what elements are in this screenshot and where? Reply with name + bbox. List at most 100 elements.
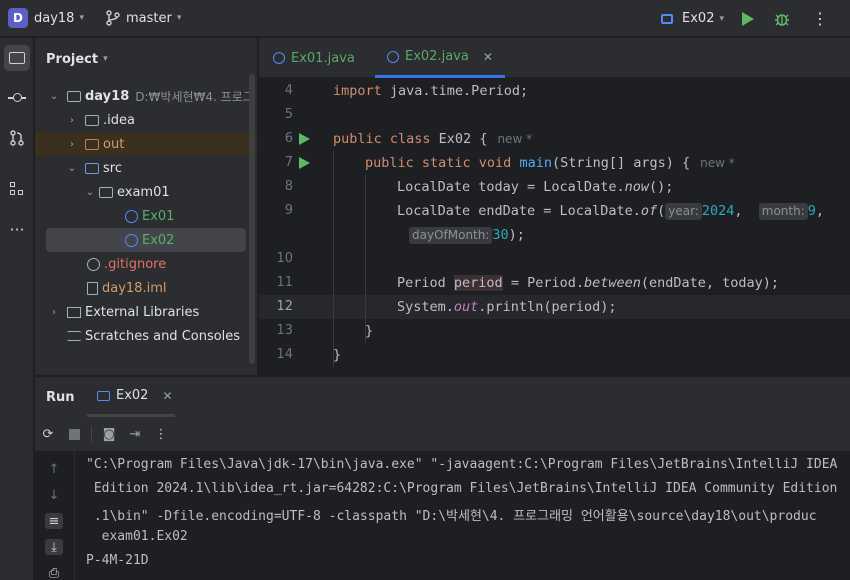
line-number: 9: [284, 203, 293, 218]
chevron-down-icon[interactable]: ⌄: [65, 163, 79, 174]
java-class-icon: [273, 52, 285, 64]
run-gutter-icon[interactable]: [299, 133, 310, 145]
structure-icon: [10, 182, 24, 196]
code-line-9-cont: dayOfMonth: 30);: [409, 223, 525, 247]
title-bar: D day18 ▾ master ▾ Ex02 ▾ ⋮: [0, 0, 850, 37]
line-number: 5: [284, 107, 293, 122]
tree-item-gitignore[interactable]: .gitignore: [35, 252, 257, 276]
panel-title: Project: [46, 51, 99, 67]
chevron-down-icon: ▾: [103, 54, 108, 64]
stop-button[interactable]: [67, 427, 81, 441]
chevron-right-icon[interactable]: ›: [65, 115, 79, 126]
tree-item-src[interactable]: ⌄ src: [35, 156, 257, 180]
line-number: 10: [276, 251, 293, 266]
tree-item-label: .gitignore: [104, 256, 167, 272]
run-config-selector[interactable]: Ex02 ▾: [661, 11, 724, 26]
close-icon[interactable]: ✕: [483, 50, 493, 64]
more-icon[interactable]: ⋮: [812, 10, 828, 27]
code-editor[interactable]: 4 5 6 7 8 9 10 11 12 13 14 import java.t…: [259, 79, 850, 375]
tool-window-strip: ···: [0, 38, 34, 580]
up-arrow-icon[interactable]: ↑: [45, 461, 63, 477]
line-number: 4: [284, 83, 293, 98]
chevron-down-icon: ▾: [719, 13, 724, 24]
param-hint: year:: [665, 203, 702, 220]
tree-item-out[interactable]: › out: [35, 132, 257, 156]
module-folder-icon: [67, 90, 81, 102]
tree-item-ex01[interactable]: Ex01: [35, 204, 257, 228]
scrollbar[interactable]: [249, 74, 255, 364]
param-hint: month:: [758, 203, 808, 220]
line-number: 6: [284, 131, 293, 146]
tree-item-exam01[interactable]: ⌄ exam01: [35, 180, 257, 204]
module-file-icon: [87, 281, 98, 295]
pull-requests-tool-button[interactable]: [4, 125, 30, 151]
scroll-to-end-icon[interactable]: ⤓: [45, 539, 63, 555]
code-line-13: }: [365, 323, 374, 339]
project-panel-header[interactable]: Project ▾: [35, 38, 257, 80]
more-tools-button[interactable]: ···: [4, 216, 30, 242]
close-icon[interactable]: ✕: [162, 389, 172, 403]
code-line-8: LocalDate today = LocalDate.now();: [397, 179, 674, 195]
tree-item-label: Scratches and Consoles: [85, 328, 241, 344]
run-button[interactable]: [742, 11, 754, 26]
java-class-icon: [125, 233, 138, 247]
line-number: 7: [284, 155, 293, 170]
debug-icon[interactable]: [774, 11, 790, 27]
more-icon[interactable]: ⋮: [154, 427, 168, 442]
toolbar-divider: [91, 426, 92, 442]
tree-item-scratches[interactable]: Scratches and Consoles: [35, 324, 257, 348]
chevron-down-icon[interactable]: ⌄: [83, 187, 97, 198]
editor-tabs: Ex01.java Ex02.java ✕: [259, 38, 850, 78]
structure-tool-button[interactable]: [4, 176, 30, 202]
ignore-file-icon: [87, 257, 100, 271]
rerun-icon[interactable]: ⟳: [41, 427, 55, 442]
run-panel-title: Run: [46, 389, 75, 405]
code-line-4: import java.time.Period;: [333, 83, 529, 99]
run-panel: Run Ex02 ✕ ⟳ ◙ ⇥ ⋮ ↑ ↓ ≡ ⤓ ⎙ "C:\Program…: [35, 376, 850, 580]
chevron-down-icon: ▾: [176, 13, 182, 23]
code-line-11: Period period = Period.between(endDate, …: [397, 275, 780, 291]
line-number: 8: [284, 179, 293, 194]
tree-item-label: .idea: [103, 112, 135, 128]
project-name[interactable]: day18: [34, 11, 74, 26]
console-output[interactable]: "C:\Program Files\Java\jdk-17\bin\java.e…: [75, 451, 850, 580]
chevron-right-icon[interactable]: ›: [47, 307, 61, 318]
camera-icon[interactable]: ◙: [102, 427, 116, 442]
indent-guide: [333, 151, 334, 367]
chevron-right-icon[interactable]: ›: [65, 139, 79, 150]
console-side-toolbar: ↑ ↓ ≡ ⤓ ⎙: [35, 451, 75, 580]
run-tab-ex02[interactable]: Ex02 ✕: [87, 377, 175, 417]
code-line-6: public class Ex02 {new *: [333, 131, 533, 147]
package-icon: [99, 186, 113, 198]
tree-item-day18-iml[interactable]: day18.iml: [35, 276, 257, 300]
indent-guide: [365, 175, 366, 343]
tree-item-ex02[interactable]: Ex02: [46, 228, 246, 252]
branch-widget[interactable]: master ▾: [106, 10, 181, 26]
project-tool-button[interactable]: [4, 45, 30, 71]
branch-name: master: [126, 10, 172, 26]
tree-item-day18[interactable]: ⌄ day18 D:₩박세현₩4. 프로그: [35, 84, 257, 108]
scratches-icon: [67, 331, 81, 341]
folder-icon: [85, 114, 99, 126]
console-line: "C:\Program Files\Java\jdk-17\bin\java.e…: [86, 457, 838, 472]
java-class-icon: [387, 50, 399, 63]
print-icon[interactable]: ⎙: [45, 565, 63, 580]
console-line: exam01.Ex02: [86, 529, 188, 544]
chevron-down-icon[interactable]: ▾: [79, 13, 84, 23]
tree-item-label: day18: [85, 88, 130, 104]
soft-wrap-icon[interactable]: ≡: [45, 513, 63, 529]
restore-layout-icon[interactable]: ⇥: [128, 427, 142, 442]
project-badge[interactable]: D: [8, 8, 28, 28]
run-gutter-icon[interactable]: [299, 157, 310, 169]
console-line: Edition 2024.1\lib\idea_rt.jar=64282:C:\…: [86, 481, 838, 496]
run-tab-label: Ex02: [116, 388, 149, 403]
tree-item-idea[interactable]: › .idea: [35, 108, 257, 132]
tree-item-label: Ex01: [142, 208, 175, 224]
chevron-down-icon[interactable]: ⌄: [47, 91, 61, 102]
down-arrow-icon[interactable]: ↓: [45, 487, 63, 503]
tab-ex02[interactable]: Ex02.java ✕: [375, 38, 505, 78]
commit-tool-button[interactable]: [4, 85, 30, 111]
tab-ex01[interactable]: Ex01.java: [273, 38, 355, 78]
git-branch-icon: [106, 10, 120, 26]
tree-item-external-libraries[interactable]: › External Libraries: [35, 300, 257, 324]
